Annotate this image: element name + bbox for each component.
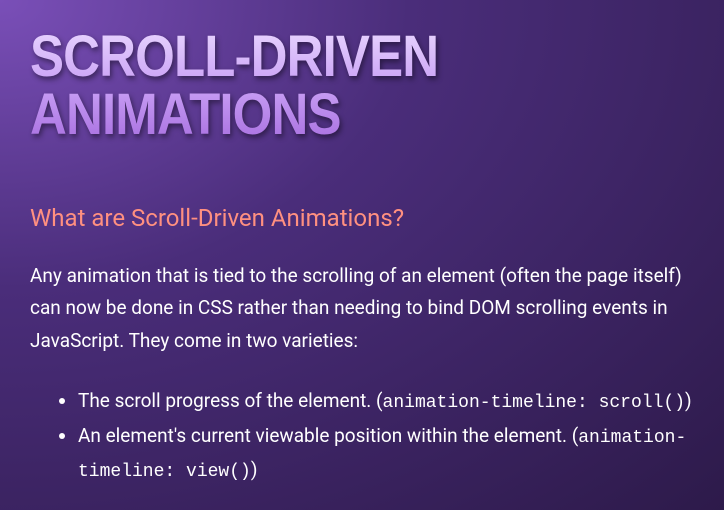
code-snippet: animation-timeline: scroll() — [383, 393, 685, 413]
list-text: An element's current viewable position w… — [78, 424, 578, 447]
page-title: SCROLL-DRIVEN ANIMATIONS — [30, 28, 614, 144]
section-heading: What are Scroll-Driven Animations? — [30, 204, 694, 232]
bullet-list: The scroll progress of the element. (ani… — [30, 385, 694, 488]
list-text: The scroll progress of the element. ( — [78, 389, 383, 412]
list-text-after: ) — [685, 389, 692, 412]
list-item: An element's current viewable position w… — [78, 420, 694, 487]
intro-paragraph: Any animation that is tied to the scroll… — [30, 260, 694, 357]
list-item: The scroll progress of the element. (ani… — [78, 385, 694, 419]
list-text-after: ) — [251, 458, 258, 481]
